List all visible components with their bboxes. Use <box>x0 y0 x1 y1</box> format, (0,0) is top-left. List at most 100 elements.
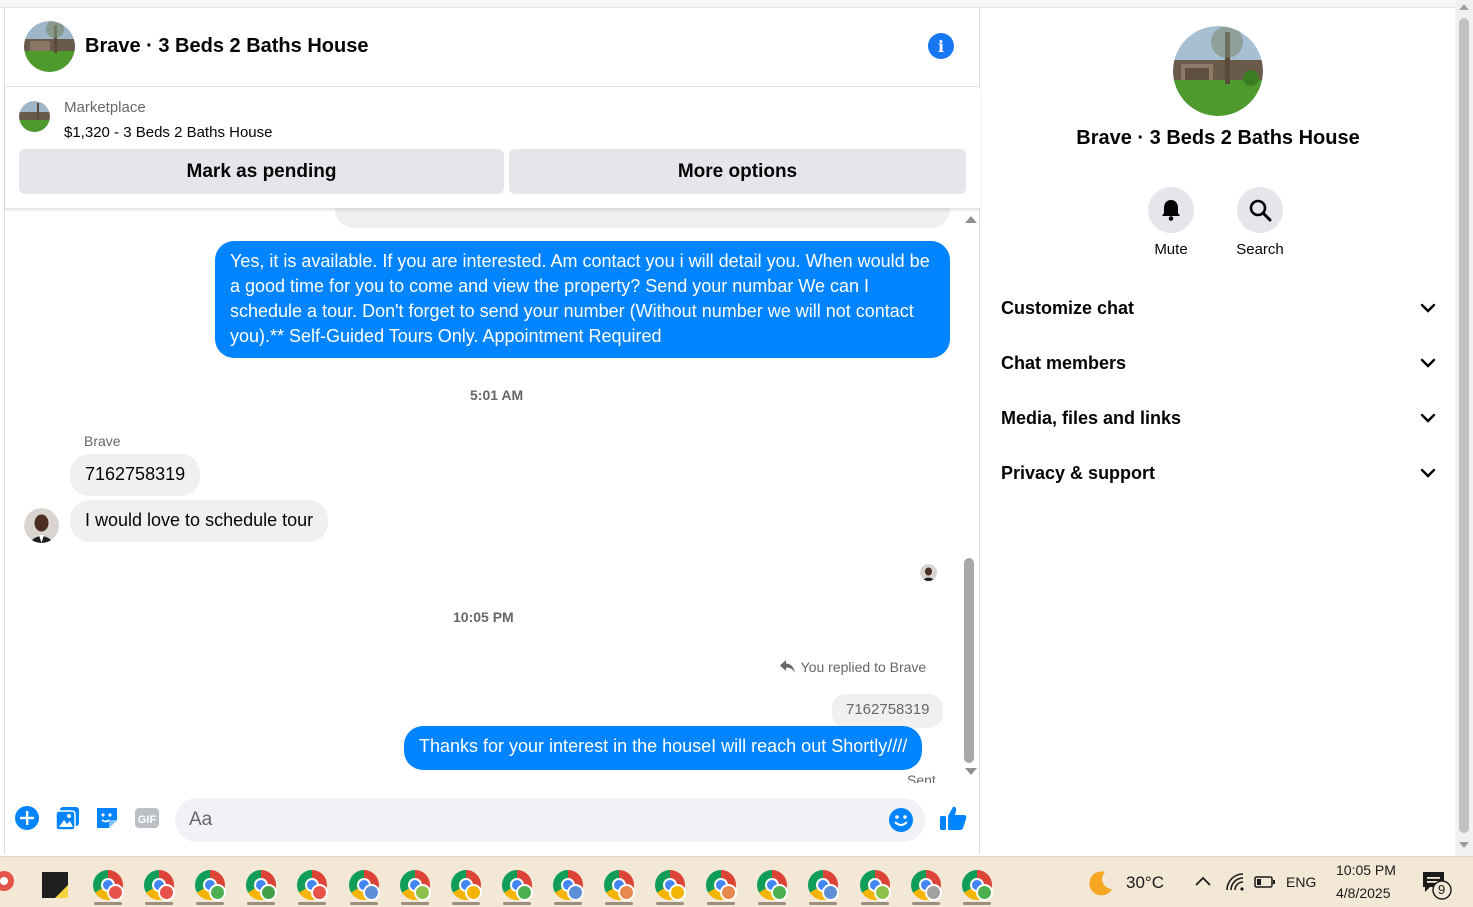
outgoing-message[interactable]: Yes, it is available. If you are interes… <box>215 241 950 358</box>
chrome-icon <box>501 870 533 901</box>
taskbar-app-chrome[interactable] <box>294 865 330 905</box>
taskbar-app-sticky-notes[interactable] <box>37 865 73 905</box>
chrome-icon <box>552 870 584 901</box>
chrome-icon <box>450 870 482 901</box>
scroll-thumb[interactable] <box>964 558 974 763</box>
section-customize-chat[interactable]: Customize chat <box>1001 286 1436 330</box>
taskbar-app-chrome[interactable] <box>703 865 739 905</box>
message-timestamp: 10:05 PM <box>453 609 514 625</box>
taskbar-app-chrome[interactable] <box>754 865 790 905</box>
profile-badge-icon <box>771 884 789 901</box>
chrome-icon <box>757 870 789 901</box>
running-indicator <box>605 902 633 905</box>
taskbar-app-chrome[interactable] <box>805 865 841 905</box>
taskbar-app-chrome[interactable] <box>192 865 228 905</box>
chrome-icon <box>859 870 891 901</box>
running-indicator <box>400 902 429 905</box>
more-options-button[interactable]: More options <box>509 149 966 194</box>
taskbar-app-chrome[interactable] <box>397 865 433 905</box>
info-icon[interactable]: i <box>928 33 954 59</box>
sticker-icon[interactable] <box>94 805 120 831</box>
reply-note-text: You replied to Brave <box>800 659 927 675</box>
emoji-icon[interactable] <box>888 807 914 833</box>
thumbs-up-icon[interactable] <box>938 805 968 831</box>
chevron-down-icon <box>1420 303 1436 313</box>
taskbar-app-chrome[interactable] <box>448 865 484 905</box>
notification-icon[interactable]: 9 <box>1420 869 1454 901</box>
wifi-icon[interactable] <box>1224 872 1246 892</box>
battery-icon[interactable] <box>1254 874 1276 890</box>
listing-avatar[interactable] <box>24 21 75 72</box>
page-scroll-down-arrow[interactable] <box>1459 842 1469 848</box>
incoming-message[interactable]: I would love to schedule tour <box>70 500 329 542</box>
section-privacy-support[interactable]: Privacy & support <box>1001 451 1436 495</box>
chevron-down-icon <box>1420 358 1436 368</box>
message-input[interactable] <box>189 798 879 842</box>
sender-name: Brave <box>84 433 121 449</box>
conversation-avatar[interactable] <box>1173 26 1263 116</box>
clock-date[interactable]: 4/8/2025 <box>1336 885 1391 901</box>
running-indicator <box>196 902 225 905</box>
scroll-down-arrow[interactable] <box>965 768 977 775</box>
taskbar-app-chrome[interactable] <box>908 865 944 905</box>
taskbar-app-chrome[interactable] <box>141 865 177 905</box>
input-language[interactable]: ENG <box>1286 874 1316 890</box>
section-media-files-links[interactable]: Media, files and links <box>1001 396 1436 440</box>
message-composer: GIF <box>5 794 980 846</box>
page-scroll-thumb[interactable] <box>1459 18 1469 833</box>
sender-avatar[interactable] <box>24 508 59 543</box>
taskbar-app-chrome[interactable] <box>346 865 382 905</box>
mute-label: Mute <box>1154 241 1188 258</box>
app-icon-partial[interactable] <box>0 869 16 895</box>
reply-indicator: You replied to Brave <box>780 659 926 675</box>
taskbar-app-chrome[interactable] <box>652 865 688 905</box>
taskbar-app-chrome[interactable] <box>601 865 637 905</box>
taskbar-app-chrome[interactable] <box>499 865 535 905</box>
incoming-message[interactable]: 7162758319 <box>70 454 201 496</box>
page-scroll-up-arrow[interactable] <box>1459 4 1469 10</box>
profile-badge-icon <box>975 884 993 901</box>
mark-as-pending-button[interactable]: Mark as pending <box>19 149 504 194</box>
chrome-icon <box>93 870 124 901</box>
chevron-up-icon[interactable] <box>1193 873 1213 889</box>
profile-badge-icon <box>618 884 635 901</box>
search-label: Search <box>1236 241 1284 258</box>
search-button[interactable]: Search <box>1225 187 1295 258</box>
chat-title[interactable]: Brave · 3 Beds 2 Baths House <box>85 35 368 58</box>
scroll-up-arrow[interactable] <box>965 216 977 223</box>
page-scrollbar[interactable] <box>1455 0 1473 856</box>
outgoing-message[interactable]: Thanks for your interest in the houseI w… <box>404 726 923 770</box>
photo-icon[interactable] <box>55 805 81 831</box>
message-scrollbar[interactable] <box>963 208 979 788</box>
taskbar-app-chrome[interactable] <box>959 865 995 905</box>
weather-moon-icon[interactable] <box>1086 869 1116 897</box>
running-indicator <box>145 902 174 905</box>
profile-badge-icon <box>158 884 176 901</box>
plus-icon[interactable] <box>14 805 40 831</box>
conversation-info-panel: Brave · 3 Beds 2 Baths House Mute Search… <box>981 8 1455 854</box>
search-icon <box>1237 187 1283 233</box>
section-chat-members[interactable]: Chat members <box>1001 341 1436 385</box>
profile-badge-icon <box>260 884 278 901</box>
gif-icon[interactable]: GIF <box>134 805 160 831</box>
chevron-down-icon <box>1420 468 1436 478</box>
running-indicator <box>656 902 685 905</box>
quoted-message[interactable]: 7162758319 <box>832 694 944 728</box>
weather-temperature[interactable]: 30°C <box>1126 873 1164 893</box>
chrome-icon <box>195 870 227 901</box>
running-indicator <box>247 902 276 905</box>
clock-time[interactable]: 10:05 PM <box>1336 862 1396 878</box>
taskbar-app-chrome[interactable] <box>857 865 893 905</box>
profile-badge-icon <box>515 884 533 901</box>
windows-taskbar: 30°C ENG 10:05 PM 4/8/2025 9 <box>0 856 1473 907</box>
profile-badge-icon <box>873 884 891 901</box>
chrome-icon <box>808 870 840 901</box>
listing-title[interactable]: $1,320 - 3 Beds 2 Baths House <box>64 124 272 141</box>
running-indicator <box>553 902 582 905</box>
running-indicator <box>94 902 122 905</box>
taskbar-app-chrome[interactable] <box>550 865 586 905</box>
mute-button[interactable]: Mute <box>1136 187 1206 258</box>
taskbar-app-chrome[interactable] <box>243 865 279 905</box>
listing-thumbnail[interactable] <box>19 101 50 132</box>
taskbar-app-chrome[interactable] <box>90 865 126 905</box>
